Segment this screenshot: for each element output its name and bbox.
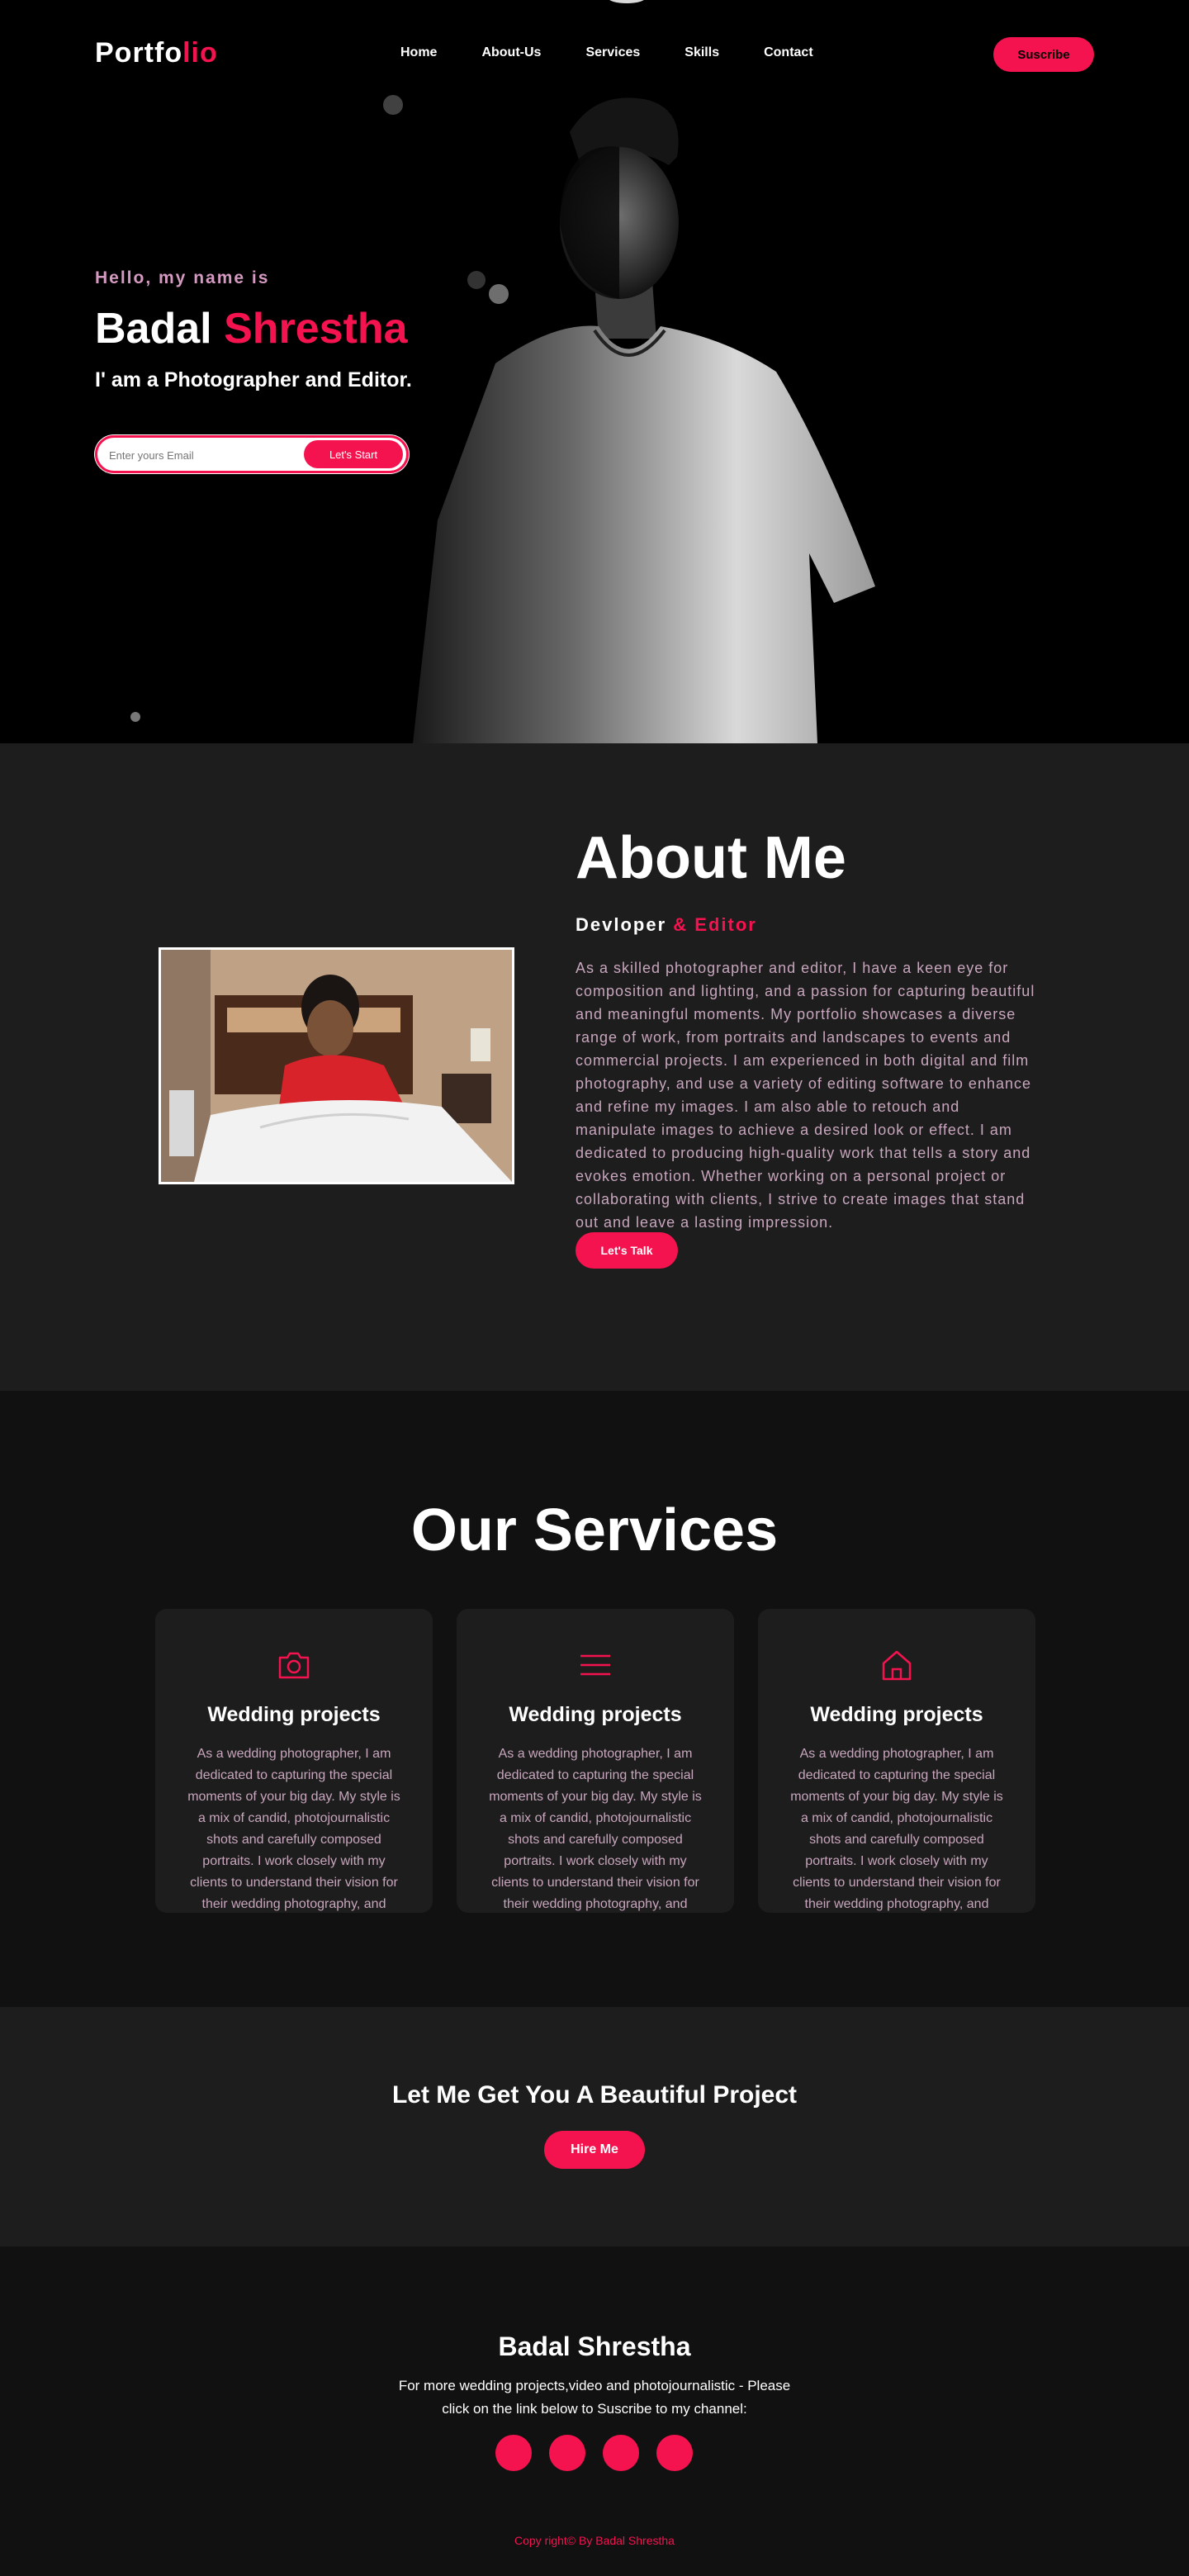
subscribe-button[interactable]: Suscribe (993, 37, 1094, 72)
about-photo-image (161, 950, 512, 1182)
logo-text-accent: lio (182, 37, 218, 69)
cta-title: Let Me Get You A Beautiful Project (391, 2081, 798, 2109)
service-title: Wedding projects (810, 1703, 983, 1726)
social-icon-2[interactable] (549, 2435, 585, 2471)
footer: Badal Shrestha For more wedding projects… (0, 2246, 1189, 2576)
hero-portrait-image (413, 97, 875, 743)
services-section: Our Services Wedding projects As a weddi… (0, 1391, 1189, 2007)
hero-first-name: Badal (95, 305, 212, 353)
footer-name: Badal Shrestha (498, 2332, 691, 2361)
about-photo (159, 947, 514, 1184)
email-signup-form: Let's Start (95, 435, 409, 473)
email-input[interactable] (109, 446, 299, 464)
logo-text-main: Portfo (95, 37, 183, 69)
nav-link-contact[interactable]: Contact (764, 45, 813, 60)
nav-link-home[interactable]: Home (400, 45, 437, 60)
nav-menu: Home About-Us Services Skills Contact (400, 45, 858, 60)
nav-link-skills[interactable]: Skills (685, 45, 719, 60)
about-section: About Me Devloper & Editor As a skilled … (0, 743, 1189, 1391)
service-text: As a wedding photographer, I am dedicate… (187, 1747, 400, 1911)
cta-section: Let Me Get You A Beautiful Project Hire … (0, 2007, 1189, 2246)
footer-text: For more wedding projects,video and phot… (398, 2378, 791, 2417)
hero-section: Portfolio Home About-Us Services Skills … (0, 0, 1189, 743)
lets-start-button[interactable]: Let's Start (304, 440, 403, 468)
copyright: Copy right© By Badal Shrestha (514, 2534, 675, 2547)
hero-tagline: I' am a Photographer and Editor. (95, 368, 412, 391)
logo[interactable]: Portfolio (95, 37, 218, 69)
social-icon-3[interactable] (603, 2435, 639, 2471)
nav-link-services[interactable]: Services (585, 45, 640, 60)
about-subtitle-main: Devloper (576, 914, 667, 935)
service-card: Wedding projects As a wedding photograph… (155, 1609, 433, 1913)
service-card: Wedding projects As a wedding photograph… (457, 1609, 734, 1913)
hero-greeting: Hello, my name is (95, 268, 270, 287)
camera-icon (278, 1652, 310, 1679)
services-title: Our Services (410, 1497, 779, 1563)
home-icon (882, 1650, 912, 1681)
navbar: Portfolio Home About-Us Services Skills … (0, 0, 1189, 107)
hero-name: Badal Shrestha (95, 304, 408, 353)
bokeh-light (489, 284, 509, 304)
social-links (495, 2435, 693, 2471)
social-icon-1[interactable] (495, 2435, 532, 2471)
social-icon-4[interactable] (656, 2435, 693, 2471)
service-text: As a wedding photographer, I am dedicate… (489, 1747, 702, 1911)
bokeh-light (467, 271, 486, 289)
bokeh-light (130, 712, 140, 722)
nav-link-about-us[interactable]: About-Us (481, 45, 541, 60)
about-subtitle-accent: & Editor (666, 914, 757, 935)
service-text: As a wedding photographer, I am dedicate… (790, 1747, 1003, 1911)
about-subtitle: Devloper & Editor (576, 914, 757, 936)
lets-talk-button[interactable]: Let's Talk (576, 1232, 678, 1269)
hero-last-name: Shrestha (224, 305, 408, 353)
service-card: Wedding projects As a wedding photograph… (758, 1609, 1035, 1913)
menu-icon (580, 1654, 610, 1676)
hire-me-button[interactable]: Hire Me (544, 2131, 645, 2169)
service-title: Wedding projects (207, 1703, 381, 1726)
about-title: About Me (576, 825, 846, 891)
service-title: Wedding projects (509, 1703, 682, 1726)
about-description: As a skilled photographer and editor, I … (576, 960, 1035, 1231)
